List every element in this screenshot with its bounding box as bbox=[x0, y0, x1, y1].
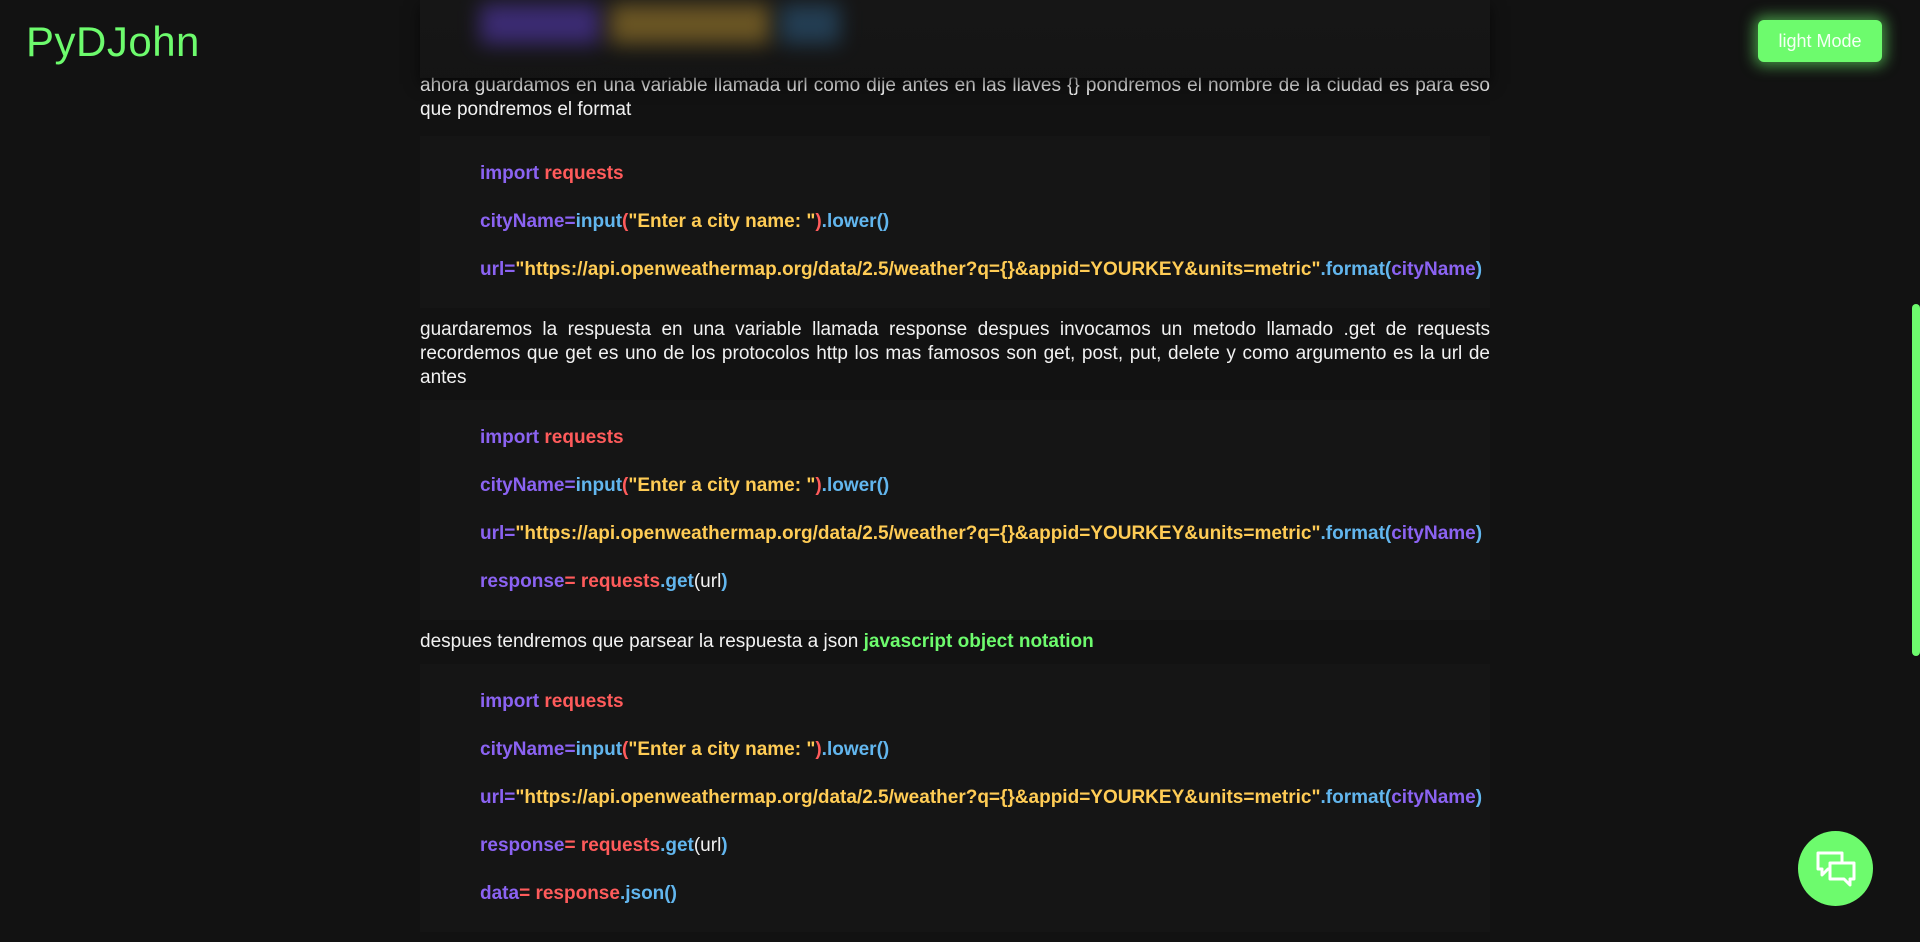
top-code-fade bbox=[420, 0, 1490, 78]
paragraph-text: despues tendremos que parsear la respues… bbox=[420, 631, 864, 652]
code-block: import requests cityName=input("Enter a … bbox=[420, 664, 1490, 932]
chat-button[interactable] bbox=[1798, 831, 1873, 906]
code-line: cityName=input("Enter a city name: ").lo… bbox=[480, 211, 890, 232]
paragraph: despues tendremos que parsear la respues… bbox=[420, 630, 1490, 654]
code-block: import requests cityName=input("Enter a … bbox=[420, 400, 1490, 620]
article-content: ahora guardamos en una variable llamada … bbox=[420, 75, 1490, 942]
code-line: response= requests.get(url) bbox=[480, 835, 728, 856]
code-line: cityName=input("Enter a city name: ").lo… bbox=[480, 739, 890, 760]
code-line: response= requests.get(url) bbox=[480, 571, 728, 592]
chat-bubbles-icon bbox=[1816, 851, 1855, 886]
code-line: import requests bbox=[480, 427, 624, 448]
blurred-code-fragment bbox=[610, 4, 770, 44]
paragraph: guardaremos la respuesta en una variable… bbox=[420, 319, 1490, 388]
code-line: url="https://api.openweathermap.org/data… bbox=[480, 787, 1483, 808]
code-line: url="https://api.openweathermap.org/data… bbox=[480, 523, 1483, 544]
light-mode-button[interactable]: light Mode bbox=[1758, 20, 1882, 62]
scrollbar-thumb[interactable] bbox=[1912, 304, 1920, 656]
paragraph: ahora guardamos en una variable llamada … bbox=[420, 75, 1490, 120]
blurred-code-fragment bbox=[480, 4, 600, 44]
code-line: cityName=input("Enter a city name: ").lo… bbox=[480, 475, 890, 496]
code-line: import requests bbox=[480, 691, 624, 712]
blurred-code-fragment bbox=[780, 4, 840, 44]
code-line: import requests bbox=[480, 163, 624, 184]
code-block: import requests cityName=input("Enter a … bbox=[420, 136, 1490, 308]
code-line: url="https://api.openweathermap.org/data… bbox=[480, 259, 1483, 280]
site-logo[interactable]: PyDJohn bbox=[26, 18, 200, 66]
code-line: data= response.json() bbox=[480, 883, 677, 904]
highlight-text: javascript object notation bbox=[863, 631, 1094, 652]
